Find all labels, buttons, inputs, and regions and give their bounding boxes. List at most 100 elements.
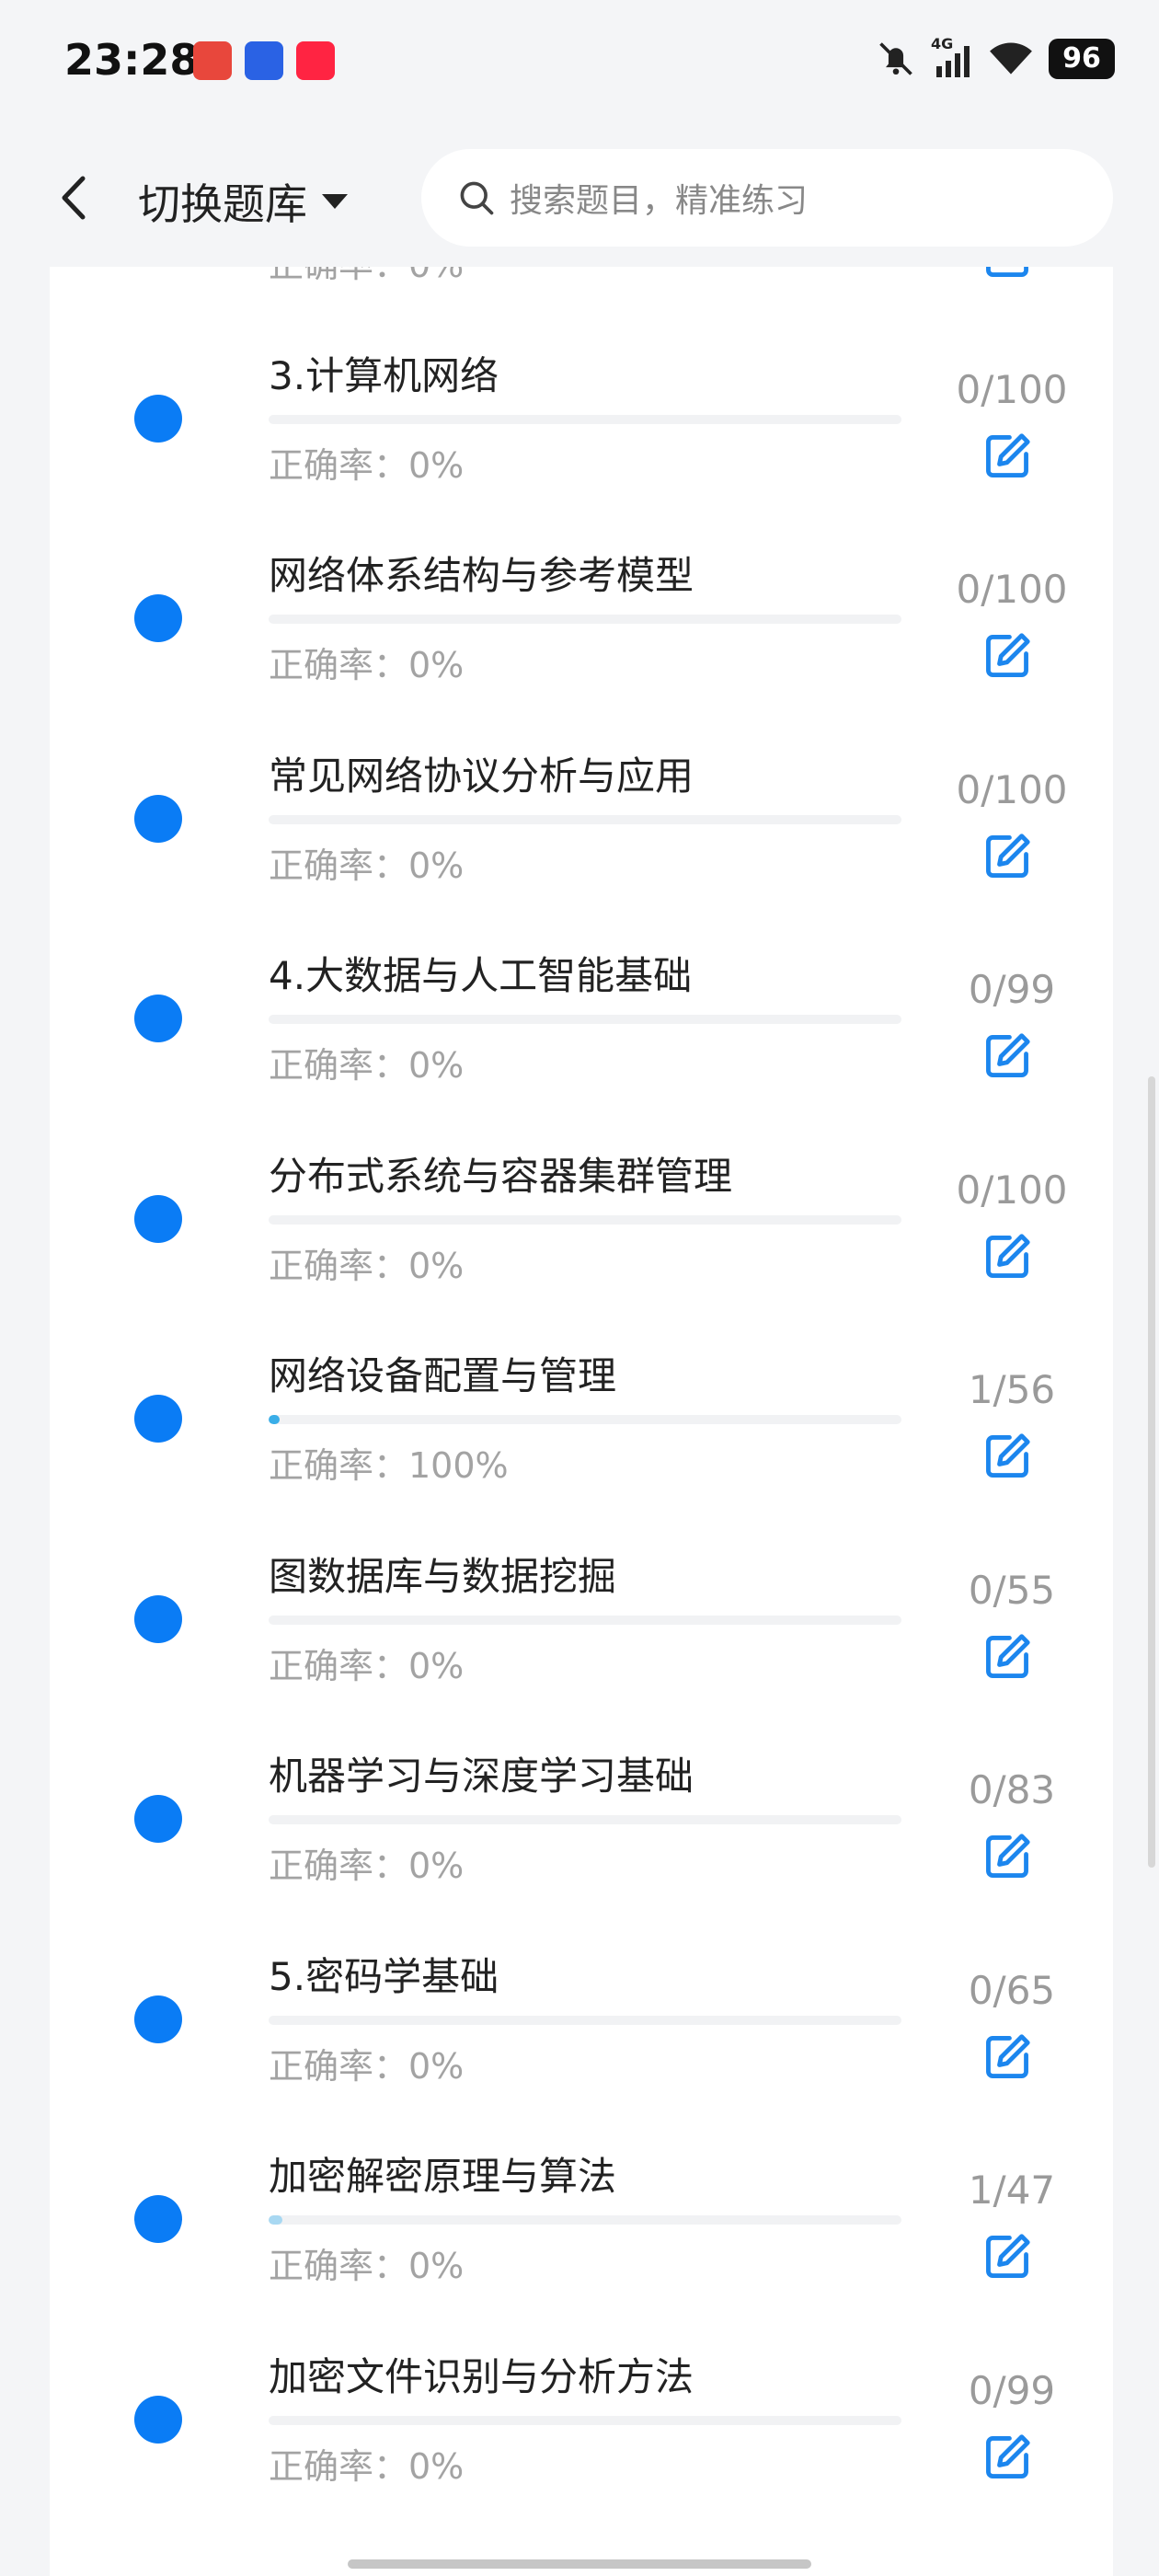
topic-title: 网络设备配置与管理 [269,1353,617,1398]
progress-fill [269,2215,282,2225]
practice-button[interactable] [981,629,1034,683]
edit-icon [981,1834,1034,1887]
practice-button[interactable] [981,1430,1034,1483]
progress-bar [269,1815,901,1824]
question-count: 0/99 [968,2367,1056,2413]
question-count: 0/100 [956,366,1068,412]
topic-title: 图数据库与数据挖掘 [269,1553,617,1599]
search-icon [460,181,494,215]
progress-bar [269,2015,901,2025]
topic-title: 加密解密原理与算法 [269,2154,617,2199]
progress-bar [269,414,901,424]
topic-row[interactable]: 加密文件识别与分析方法正确率：0% 0/99 [50,2328,1113,2528]
accuracy-label: 正确率：0% [269,2445,465,2487]
practice-button[interactable] [981,1630,1034,1684]
practice-button[interactable] [981,2431,1034,2484]
accuracy-label: 正确率：0% [269,444,465,486]
question-count: 0/100 [956,766,1068,812]
status-time: 23:28 [64,35,200,85]
edit-icon [981,1233,1034,1287]
practice-button[interactable] [981,1230,1034,1283]
topic-title: 3.计算机网络 [269,352,499,398]
topic-status-dot [134,1594,182,1643]
accuracy-label: 正确率：0% [269,1245,465,1286]
progress-bar [269,2415,901,2425]
topic-status-dot [134,1395,182,1443]
scrollbar[interactable] [1148,1076,1155,1868]
topic-row[interactable]: 4.大数据与人工智能基础正确率：0% 0/99 [50,926,1113,1127]
topic-row[interactable]: 常见网络协议分析与应用正确率：0% 0/100 [50,727,1113,927]
practice-button[interactable] [981,267,1034,282]
question-count: 1/47 [968,2168,1056,2213]
switch-question-bank-label: 切换题库 [138,179,307,229]
accuracy-label: 正确率：0% [269,845,465,886]
practice-button[interactable] [981,2230,1034,2283]
practice-button[interactable] [981,2030,1034,2084]
progress-bar [269,1214,901,1225]
progress-bar [269,1415,901,1424]
topic-status-dot [134,794,182,843]
accuracy-label: 正确率：100% [269,1445,509,1486]
edit-icon [981,432,1034,487]
xiaohongshu-icon [296,41,335,80]
topic-row[interactable]: 机器学习与深度学习基础 正确率：0% 0/83 [50,1727,1113,1927]
edit-icon [981,1033,1034,1087]
topic-title: 4.大数据与人工智能基础 [269,953,693,998]
topic-row[interactable]: 网络设备配置与管理正确率：100% 1/56 [50,1327,1113,1527]
topic-row[interactable]: 分布式系统与容器集群管理 正确率：0% 0/100 [50,1127,1113,1328]
accuracy-label: 正确率：0% [269,267,464,287]
progress-bar [269,814,901,824]
search-placeholder: 搜索题目，精准练习 [510,182,809,220]
home-indicator[interactable] [348,2559,811,2569]
topic-status-dot [134,1995,182,2043]
edit-icon [981,1633,1034,1687]
wifi-icon [990,42,1032,75]
progress-fill [269,1415,281,1424]
practice-button[interactable] [981,1029,1034,1083]
topic-title: 网络体系结构与参考模型 [269,553,694,598]
topic-row[interactable]: 正确率：0% [50,267,1113,327]
edit-icon [981,2033,1034,2087]
notification-icons [193,41,335,80]
practice-button[interactable] [981,830,1034,883]
question-count: 0/100 [956,567,1068,612]
system-icons: 4G 96 [876,35,1115,79]
topic-row[interactable]: 3.计算机网络正确率：0% 0/100 [50,327,1113,527]
chevron-left-icon [62,176,86,220]
accuracy-label: 正确率：0% [269,1045,465,1086]
accuracy-label: 正确率：0% [269,2045,465,2087]
topic-title: 常见网络协议分析与应用 [269,753,694,799]
topic-row[interactable]: 图数据库与数据挖掘 正确率：0% 0/55 [50,1527,1113,1728]
accuracy-label: 正确率：0% [269,2246,465,2286]
app-shield-icon [245,41,283,80]
question-count: 1/56 [968,1367,1056,1412]
topic-title: 机器学习与深度学习基础 [269,1754,694,1799]
topic-row[interactable]: 网络体系结构与参考模型正确率：0% 0/100 [50,526,1113,727]
accuracy-label: 正确率：0% [269,1846,465,1886]
question-count: 0/99 [968,967,1056,1012]
topic-status-dot [134,1194,182,1243]
edit-icon [981,1433,1034,1487]
bell-muted-icon [879,42,912,75]
app-a-icon [193,41,232,80]
switch-question-bank-button[interactable]: 切换题库 [138,169,350,234]
topic-title: 加密文件识别与分析方法 [269,2353,694,2399]
topic-status-dot [134,394,182,443]
topic-title: 5.密码学基础 [269,1953,499,1999]
question-count: 0/65 [968,1967,1056,2013]
topic-list: 正确率：0%3.计算机网络正确率：0%0/100网络体系结构与参考模型正确率：0… [50,267,1113,2576]
practice-button[interactable] [981,430,1034,483]
edit-icon [981,633,1034,686]
back-button[interactable] [48,166,103,230]
search-input[interactable]: 搜索题目，精准练习 [421,149,1113,247]
progress-bar [269,1015,901,1024]
caret-down-icon [322,194,348,209]
topic-status-dot [134,995,182,1042]
topic-status-dot [134,1795,182,1843]
topic-row[interactable]: 加密解密原理与算法正确率：0% 1/47 [50,2127,1113,2328]
progress-bar [269,2215,901,2225]
topic-row[interactable]: 5.密码学基础正确率：0% 0/65 [50,1927,1113,2128]
accuracy-label: 正确率：0% [269,645,465,685]
question-count: 0/100 [956,1167,1068,1213]
practice-button[interactable] [981,1830,1034,1883]
